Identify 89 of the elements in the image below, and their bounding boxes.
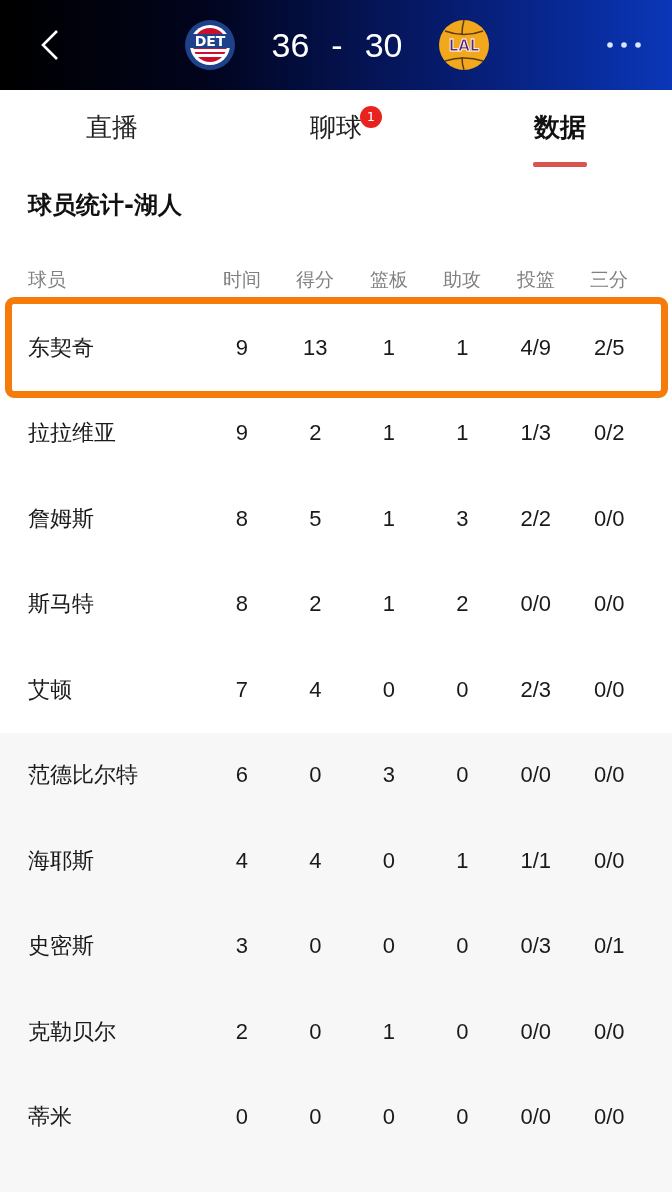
tab-underline: [533, 162, 587, 167]
table-cell: 2: [456, 591, 469, 618]
column-header: 得分: [296, 267, 335, 292]
column-header: 球员: [27, 267, 66, 292]
team-logo: DET: [183, 19, 236, 71]
table-cell: 3: [235, 933, 248, 960]
table-cell: 1: [456, 334, 469, 361]
table-cell: 0: [456, 762, 469, 789]
table-cell: 2/2: [520, 505, 552, 532]
table-cell: 0: [456, 1018, 469, 1045]
column-header: 三分: [590, 267, 629, 292]
table-cell: 4: [235, 847, 248, 874]
player-name: 蒂米: [27, 1103, 72, 1132]
player-name: 范德比尔特: [27, 761, 138, 790]
table-cell: 0: [382, 847, 395, 874]
table-cell: 1/3: [520, 420, 552, 447]
table-cell: 0: [456, 1104, 469, 1131]
table-cell: 0: [235, 1104, 248, 1131]
table-cell: 1: [456, 847, 469, 874]
table-cell: 13: [303, 334, 328, 361]
table-cell: 4: [309, 847, 322, 874]
table-cell: 2/5: [593, 334, 625, 361]
table-cell: 9: [235, 420, 248, 447]
table-cell: 0: [382, 933, 395, 960]
column-header: 时间: [222, 267, 261, 292]
table-cell: 0/0: [593, 762, 625, 789]
table-cell: 0: [309, 1104, 322, 1131]
table-cell: 9: [235, 334, 248, 361]
table-cell: 0: [382, 676, 395, 703]
away-score: 30: [364, 25, 403, 65]
player-name: 斯马特: [27, 590, 94, 619]
table-cell: 1: [382, 1018, 395, 1045]
table-cell: 3: [456, 505, 469, 532]
home-score: 36: [271, 25, 310, 65]
tab[interactable]: 直播: [0, 90, 224, 185]
table-cell: 7: [235, 676, 248, 703]
section-title: 球员统计-湖人: [26, 190, 183, 221]
more-icon: [607, 42, 641, 48]
table-cell: 0: [309, 762, 322, 789]
table-cell: 4/9: [520, 334, 552, 361]
table-cell: 2: [309, 420, 322, 447]
table-cell: 0/0: [593, 505, 625, 532]
table-cell: 5: [309, 505, 322, 532]
player-name: 艾顿: [27, 675, 72, 704]
table-cell: 1: [456, 420, 469, 447]
table-cell: 4: [309, 676, 322, 703]
table-cell: 0: [309, 1018, 322, 1045]
table-cell: 0/0: [520, 591, 552, 618]
table-cell: 0: [456, 676, 469, 703]
table-cell: 8: [235, 505, 248, 532]
table-cell: 0/3: [520, 933, 552, 960]
column-header: 投篮: [516, 267, 555, 292]
table-cell: 0/0: [593, 676, 625, 703]
column-header: 助攻: [443, 267, 482, 292]
table-cell: 0/0: [593, 591, 625, 618]
player-name: 詹姆斯: [27, 504, 94, 533]
table-cell: 0/0: [593, 847, 625, 874]
table-cell: 2: [309, 591, 322, 618]
player-name: 史密斯: [27, 932, 94, 961]
table-cell: 0/2: [593, 420, 625, 447]
notification-badge: 1: [360, 106, 382, 128]
score-separator: -: [331, 25, 343, 65]
table-cell: 1: [382, 420, 395, 447]
table-cell: 1/1: [520, 847, 552, 874]
table-cell: 0/1: [593, 933, 625, 960]
tab[interactable]: 数据: [448, 90, 672, 185]
table-cell: 2: [235, 1018, 248, 1045]
table-cell: 0: [456, 933, 469, 960]
table-cell: 0/0: [593, 1104, 625, 1131]
table-cell: 0: [309, 933, 322, 960]
team-logo: LAL: [438, 19, 491, 71]
back-icon: [40, 29, 60, 61]
table-cell: 0/0: [520, 1018, 552, 1045]
player-name: 拉拉维亚: [27, 419, 116, 448]
player-name: 东契奇: [27, 333, 94, 362]
table-cell: 0/0: [520, 1104, 552, 1131]
table-cell: 1: [382, 505, 395, 532]
table-cell: 0/0: [520, 762, 552, 789]
table-cell: 3: [382, 762, 395, 789]
player-name: 海耶斯: [27, 846, 94, 875]
table-cell: 2/3: [520, 676, 552, 703]
player-name: 克勒贝尔: [27, 1017, 116, 1046]
table-cell: 0/0: [593, 1018, 625, 1045]
table-cell: 0: [382, 1104, 395, 1131]
table-cell: 8: [235, 591, 248, 618]
table-cell: 6: [235, 762, 248, 789]
table-cell: 1: [382, 334, 395, 361]
table-cell: 1: [382, 591, 395, 618]
column-header: 篮板: [369, 267, 408, 292]
